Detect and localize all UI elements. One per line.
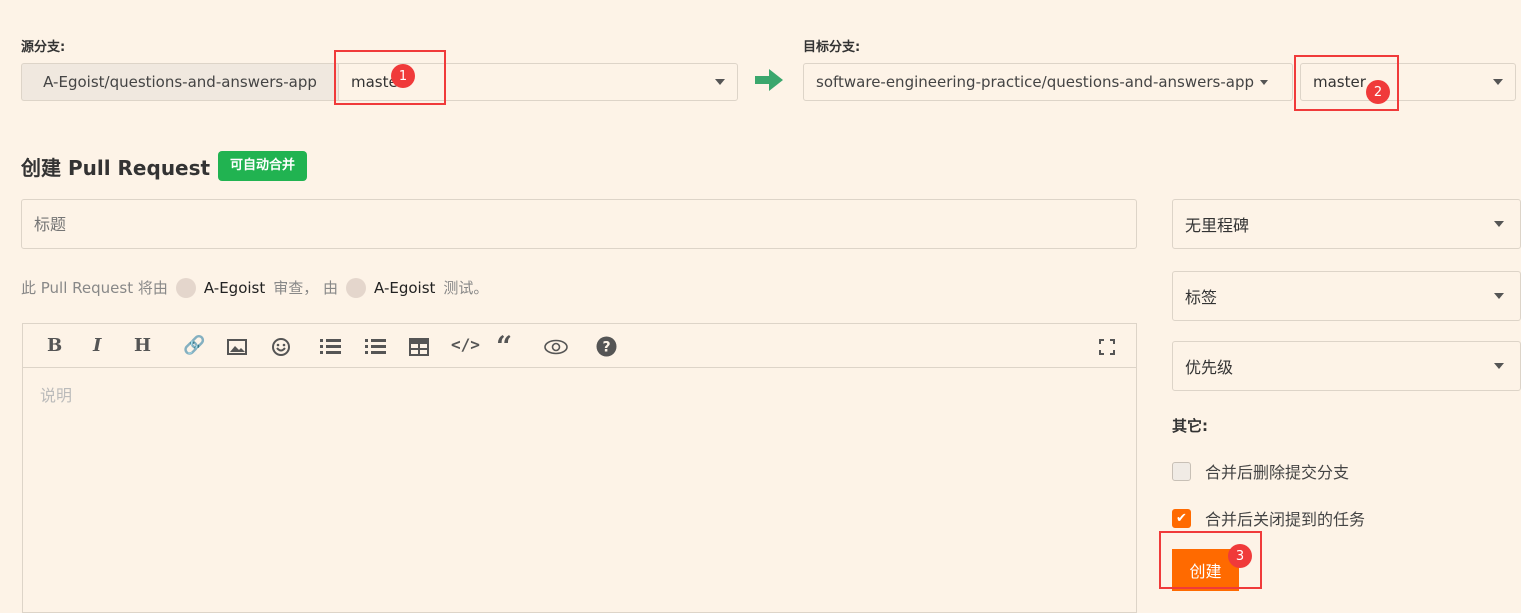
quote-icon[interactable]: “ [496, 330, 512, 363]
labels-value: 标签 [1185, 288, 1218, 307]
bullet-list-icon[interactable] [320, 338, 342, 356]
description-placeholder: 说明 [40, 386, 73, 405]
code-icon[interactable]: </> [451, 335, 480, 354]
preview-icon[interactable] [544, 339, 568, 355]
arrow-right-icon [755, 69, 783, 91]
other-label: 其它: [1172, 417, 1208, 435]
title-input[interactable] [21, 199, 1137, 249]
target-repo-value: software-engineering-practice/questions-… [816, 73, 1255, 91]
reviewers-suffix: 测试。 [443, 279, 489, 297]
reviewer-link[interactable]: A-Egoist [204, 279, 265, 297]
chevron-down-icon [1493, 79, 1503, 85]
source-branch-label: 源分支: [21, 40, 66, 55]
close-issues-checkbox[interactable]: ✔ [1172, 508, 1191, 528]
page-title: 创建 Pull Request [21, 156, 211, 180]
target-repo-select[interactable]: software-engineering-practice/questions-… [803, 63, 1293, 101]
milestone-select[interactable]: 无里程碑 [1172, 199, 1521, 249]
chevron-down-icon [1494, 363, 1504, 369]
annotation-box-1 [334, 50, 446, 105]
description-editor[interactable]: 说明 [22, 323, 1137, 613]
avatar [346, 277, 367, 298]
numbered-list-icon[interactable] [365, 338, 387, 356]
chevron-down-icon [1494, 293, 1504, 299]
annotation-badge-3: 3 [1228, 544, 1252, 568]
delete-branch-option[interactable]: 合并后删除提交分支 [1172, 459, 1349, 483]
chevron-down-icon [715, 79, 725, 85]
table-icon[interactable] [409, 338, 429, 356]
annotation-badge-2: 2 [1366, 80, 1390, 104]
close-issues-label: 合并后关闭提到的任务 [1205, 510, 1366, 529]
reviewers-line: 此 Pull Request 将由 A-Egoist 审查， 由 A-Egois… [21, 277, 488, 298]
source-repo: A-Egoist/questions-and-answers-app [21, 63, 338, 101]
delete-branch-checkbox[interactable] [1172, 461, 1191, 481]
mergeable-badge: 可自动合并 [218, 151, 308, 181]
help-icon[interactable]: ? [596, 336, 617, 357]
priority-select[interactable]: 优先级 [1172, 341, 1521, 391]
tester-link[interactable]: A-Egoist [374, 279, 435, 297]
fullscreen-icon[interactable] [1099, 339, 1115, 355]
svg-text:?: ? [602, 340, 610, 356]
annotation-badge-1: 1 [391, 64, 415, 88]
chevron-down-icon [1260, 79, 1269, 85]
link-icon[interactable]: 🔗 [183, 335, 205, 356]
priority-value: 优先级 [1185, 358, 1234, 377]
delete-branch-label: 合并后删除提交分支 [1205, 463, 1350, 482]
reviewers-prefix: 此 Pull Request 将由 [21, 279, 168, 297]
close-issues-option[interactable]: ✔ 合并后关闭提到的任务 [1172, 506, 1365, 530]
chevron-down-icon [1494, 221, 1504, 227]
bold-icon[interactable]: B [47, 335, 62, 356]
emoji-icon[interactable] [271, 337, 291, 357]
reviewers-mid: 审查， 由 [273, 279, 339, 297]
image-icon[interactable] [227, 339, 247, 355]
heading-icon[interactable]: H [134, 335, 151, 356]
labels-select[interactable]: 标签 [1172, 271, 1521, 321]
milestone-value: 无里程碑 [1185, 216, 1250, 235]
target-branch-label: 目标分支: [803, 40, 861, 55]
avatar [175, 277, 196, 298]
italic-icon[interactable]: I [93, 335, 101, 356]
